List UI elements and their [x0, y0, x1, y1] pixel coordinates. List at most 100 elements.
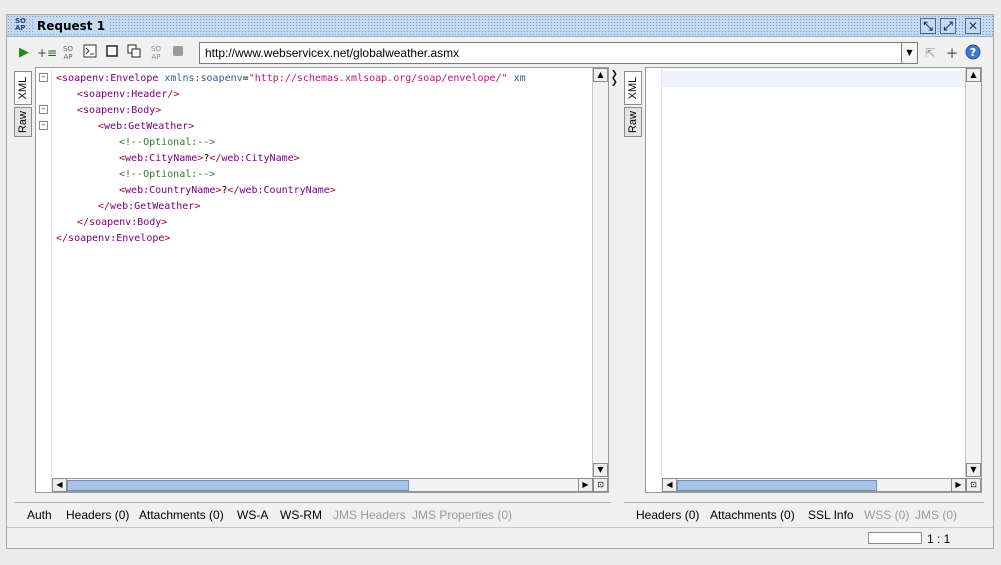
code-token: /> [167, 89, 180, 100]
xml-code[interactable]: <soapenv:Envelope xmlns:soapenv="http://… [56, 71, 526, 247]
close-icon[interactable]: ✕ [965, 18, 981, 34]
bottom-tab-wss-0: WSS (0) [864, 508, 910, 522]
copy-icon[interactable] [125, 44, 143, 62]
code-token: </ [227, 185, 240, 196]
current-line-highlight [662, 71, 966, 87]
status-bar: 1 : 1 [7, 527, 993, 549]
code-token: </ [98, 201, 111, 212]
tab-raw[interactable]: Raw [14, 107, 32, 137]
scroll-down-icon[interactable]: ▼ [593, 463, 608, 477]
run-icon[interactable]: ▶ [15, 44, 33, 62]
bottom-tab-headers-0[interactable]: Headers (0) [66, 508, 129, 522]
vertical-scrollbar[interactable]: ▲ ▼ [592, 68, 608, 477]
scroll-left-icon[interactable]: ◀ [662, 478, 677, 492]
code-token: </ [56, 233, 69, 244]
zoom-icon[interactable]: ⊡ [593, 478, 608, 492]
bottom-tab-ssl-info[interactable]: SSL Info [808, 508, 854, 522]
bottom-tab-ws-rm[interactable]: WS-RM [280, 508, 322, 522]
code-line[interactable]: <!--Optional:--> [56, 135, 526, 151]
endpoint-icon[interactable]: ⇱ [921, 44, 939, 62]
toolbar: ▶ +≡ SO AP SO AP http://www.webservicex.ne… [7, 40, 993, 66]
zoom-icon[interactable]: ⊡ [966, 478, 981, 492]
status-field [868, 532, 922, 544]
tab-label: XML [627, 76, 639, 100]
add-assertion-icon[interactable]: +≡ [37, 44, 57, 62]
code-token: soapenv:Body [83, 105, 156, 116]
code-token: </ [77, 217, 90, 228]
request-bottom-tabs: Auth Headers (0) Attachments (0) WS-A WS-RM J… [14, 502, 611, 524]
collapse-right-icon[interactable]: ❯ [611, 77, 618, 86]
restore-icon[interactable]: ⤡ [920, 18, 936, 34]
scroll-up-icon[interactable]: ▲ [593, 68, 608, 82]
tab-xml[interactable]: XML [14, 71, 32, 105]
tab-icon[interactable] [103, 44, 121, 62]
bottom-tab-auth[interactable]: Auth [27, 508, 52, 522]
code-token: web:CityName [221, 153, 294, 164]
code-token: web:GetWeather [104, 121, 189, 132]
endpoint-url-input[interactable]: http://www.webservicex.net/globalweather… [199, 42, 902, 64]
horizontal-scrollbar[interactable]: ◀ ▶ [662, 478, 966, 492]
horizontal-scrollbar[interactable]: ◀ ▶ [52, 478, 593, 492]
code-line[interactable]: </soapenv:Body> [56, 215, 526, 231]
code-line[interactable]: <web:GetWeather> [56, 119, 526, 135]
soap-icon: SO AP [15, 17, 26, 32]
code-token: soapenv:Body [89, 217, 162, 228]
code-token: > [188, 121, 195, 132]
code-token: soapenv:Envelope [68, 233, 165, 244]
scroll-thumb[interactable] [67, 480, 409, 491]
format-icon[interactable] [81, 44, 99, 62]
request-xml-editor[interactable]: – – – <soapenv:Envelope xmlns:soapenv="h… [35, 67, 609, 493]
bottom-tab-ws-a[interactable]: WS-A [237, 508, 268, 522]
code-line[interactable]: <soapenv:Envelope xmlns:soapenv="http://… [56, 71, 526, 87]
bottom-tab-attachments-0[interactable]: Attachments (0) [710, 508, 795, 522]
fold-toggle-icon[interactable]: – [39, 73, 48, 82]
scroll-right-icon[interactable]: ▶ [951, 478, 966, 492]
code-line[interactable]: <soapenv:Header/> [56, 87, 526, 103]
scroll-thumb[interactable] [677, 480, 877, 491]
code-token: xm [513, 73, 526, 84]
code-token: <!--Optional:--> [119, 169, 216, 180]
chevron-down-icon[interactable]: ▼ [902, 42, 918, 64]
scroll-down-icon[interactable]: ▼ [966, 463, 981, 477]
scroll-up-icon[interactable]: ▲ [966, 68, 981, 82]
stop-icon[interactable] [169, 44, 187, 62]
help-icon[interactable]: ? [964, 44, 982, 62]
code-line[interactable]: <web:CountryName>?</web:CountryName> [56, 183, 526, 199]
tab-raw[interactable]: Raw [624, 107, 642, 137]
code-line[interactable]: <!--Optional:--> [56, 167, 526, 183]
code-token: </ [209, 153, 222, 164]
soap-icon[interactable]: SO AP [59, 44, 77, 62]
scroll-right-icon[interactable]: ▶ [578, 478, 593, 492]
code-line[interactable]: <soapenv:Body> [56, 103, 526, 119]
fold-toggle-icon[interactable]: – [39, 105, 48, 114]
tab-label: Raw [627, 110, 639, 134]
tab-label: Raw [17, 110, 29, 134]
code-token: web:CountryName [239, 185, 330, 196]
fold-toggle-icon[interactable]: – [39, 121, 48, 130]
add-icon[interactable]: + [943, 44, 961, 62]
bottom-tab-headers-0[interactable]: Headers (0) [636, 508, 699, 522]
code-token: web:CountryName [125, 185, 216, 196]
code-token: web:CityName [125, 153, 198, 164]
tab-xml[interactable]: XML [624, 71, 642, 105]
maximize-icon[interactable]: ⤢ [940, 18, 956, 34]
scroll-left-icon[interactable]: ◀ [52, 478, 67, 492]
code-line[interactable]: </web:GetWeather> [56, 199, 526, 215]
fold-gutter: – – – [36, 68, 52, 492]
code-line[interactable]: <web:CityName>?</web:CityName> [56, 151, 526, 167]
svg-text:?: ? [970, 46, 976, 59]
code-token: soapenv:Header [83, 89, 168, 100]
vertical-scrollbar[interactable]: ▲ ▼ [965, 68, 981, 477]
window-title: Request 1 [35, 18, 110, 34]
code-token: <!--Optional:--> [119, 137, 216, 148]
code-token: > [164, 233, 171, 244]
response-xml-editor[interactable]: ▲ ▼ ◀ ▶ ⊡ [645, 67, 982, 493]
code-token: > [194, 201, 201, 212]
panel-splitter[interactable]: ❯ ❯ [610, 67, 620, 497]
soap-icon[interactable]: SO AP [147, 44, 165, 62]
bottom-tab-jms-0: JMS (0) [915, 508, 957, 522]
bottom-tab-jms-properties-0: JMS Properties (0) [412, 508, 513, 522]
bottom-tab-attachments-0[interactable]: Attachments (0) [139, 508, 224, 522]
code-line[interactable]: </soapenv:Envelope> [56, 231, 526, 247]
code-token: soapenv:Envelope [62, 73, 159, 84]
